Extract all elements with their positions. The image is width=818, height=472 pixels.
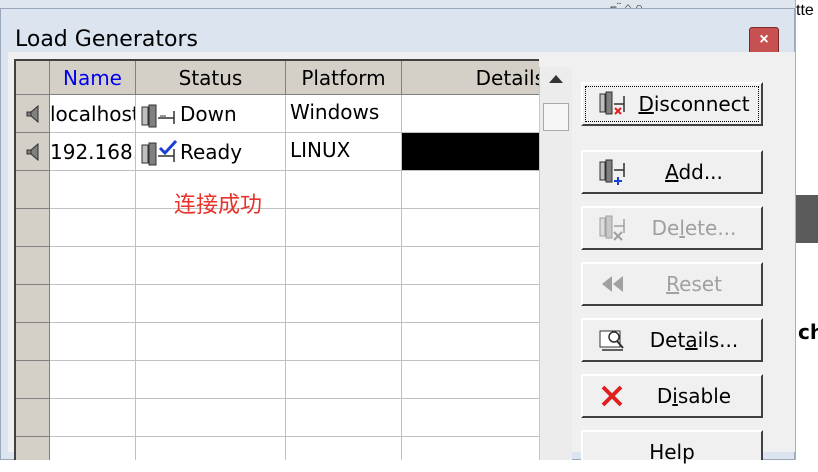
cell-status[interactable]: Down bbox=[136, 95, 286, 133]
background-top-text: tte bbox=[796, 2, 814, 19]
load-generators-grid[interactable]: Name Status Platform Details localhost D… bbox=[14, 59, 539, 460]
column-header-name[interactable]: Name bbox=[50, 61, 136, 95]
empty-cell[interactable] bbox=[286, 399, 402, 437]
background-dark-strip bbox=[796, 195, 818, 243]
button-label-accel: D bbox=[638, 92, 654, 116]
empty-cell[interactable] bbox=[50, 361, 136, 399]
generator-down-icon bbox=[141, 104, 175, 127]
close-button[interactable]: × bbox=[749, 27, 779, 55]
disconnect-button[interactable]: Disconnect bbox=[581, 82, 763, 126]
empty-cell[interactable] bbox=[286, 437, 402, 460]
generator-ready-icon bbox=[141, 139, 178, 165]
grid-corner[interactable] bbox=[16, 61, 50, 95]
column-header-details[interactable]: Details bbox=[402, 61, 539, 95]
status-text: Down bbox=[180, 102, 237, 126]
status-text: Ready bbox=[180, 140, 243, 164]
empty-cell[interactable] bbox=[136, 399, 286, 437]
reset-button[interactable]: Reset bbox=[581, 262, 763, 306]
reset-icon bbox=[602, 276, 623, 292]
add-button[interactable]: Add... bbox=[581, 150, 763, 194]
row-selector[interactable] bbox=[16, 323, 50, 361]
row-selector[interactable] bbox=[16, 171, 50, 209]
empty-cell[interactable] bbox=[50, 209, 136, 247]
button-label: Help bbox=[649, 440, 695, 464]
empty-cell[interactable] bbox=[402, 361, 539, 399]
cell-platform[interactable]: LINUX bbox=[286, 133, 402, 171]
empty-cell[interactable] bbox=[286, 209, 402, 247]
row-selector[interactable] bbox=[16, 285, 50, 323]
empty-cell[interactable] bbox=[136, 285, 286, 323]
cell-name[interactable]: localhost bbox=[50, 95, 136, 133]
button-label-post: ils... bbox=[697, 328, 739, 352]
column-header-status[interactable]: Status bbox=[136, 61, 286, 95]
empty-cell[interactable] bbox=[402, 399, 539, 437]
scrollbar-thumb[interactable] bbox=[543, 103, 569, 131]
row-selector[interactable] bbox=[16, 361, 50, 399]
cell-name[interactable]: 192.168. bbox=[50, 133, 136, 171]
button-label-post: sable bbox=[677, 384, 732, 408]
scroll-up-icon[interactable] bbox=[549, 75, 563, 83]
details-icon bbox=[599, 330, 624, 351]
delete-generator-icon bbox=[599, 215, 625, 241]
empty-cell[interactable] bbox=[50, 399, 136, 437]
cell-status[interactable]: Ready bbox=[136, 133, 286, 171]
empty-cell[interactable] bbox=[286, 361, 402, 399]
background-text: ch bbox=[798, 320, 818, 344]
button-label-accel: R bbox=[666, 272, 680, 296]
empty-cell[interactable] bbox=[50, 437, 136, 460]
empty-cell[interactable] bbox=[402, 247, 539, 285]
row-selector[interactable] bbox=[16, 437, 50, 460]
button-label-post: isconnect bbox=[653, 92, 750, 116]
empty-cell[interactable] bbox=[50, 171, 136, 209]
speaker-icon bbox=[26, 104, 39, 124]
row-selector[interactable] bbox=[16, 133, 50, 171]
empty-cell[interactable] bbox=[286, 323, 402, 361]
dialog-title: Load Generators bbox=[15, 27, 198, 52]
empty-cell[interactable] bbox=[50, 247, 136, 285]
empty-cell[interactable] bbox=[286, 247, 402, 285]
empty-cell[interactable] bbox=[402, 209, 539, 247]
empty-cell[interactable] bbox=[136, 361, 286, 399]
empty-cell[interactable] bbox=[286, 285, 402, 323]
cell-platform[interactable]: Windows bbox=[286, 95, 402, 133]
empty-cell[interactable] bbox=[136, 323, 286, 361]
add-generator-icon bbox=[599, 159, 625, 185]
row-selector[interactable] bbox=[16, 247, 50, 285]
row-selector[interactable] bbox=[16, 209, 50, 247]
disconnect-icon bbox=[599, 91, 625, 115]
button-label-pre: D bbox=[656, 384, 673, 408]
button-label-post: eset bbox=[679, 272, 722, 296]
button-label-post: dd... bbox=[678, 160, 723, 184]
close-icon: × bbox=[759, 31, 769, 48]
button-label-pre: De bbox=[651, 216, 680, 240]
row-selector[interactable] bbox=[16, 95, 50, 133]
button-label-accel: a bbox=[685, 328, 698, 352]
empty-cell[interactable] bbox=[402, 323, 539, 361]
cell-details[interactable] bbox=[402, 95, 539, 133]
empty-cell[interactable] bbox=[50, 323, 136, 361]
disable-button[interactable]: Disable bbox=[581, 374, 763, 418]
connection-success-annotation: 连接成功 bbox=[174, 193, 263, 218]
empty-cell[interactable] bbox=[286, 171, 402, 209]
disable-icon bbox=[601, 385, 623, 407]
empty-cell[interactable] bbox=[402, 285, 539, 323]
background-window-right: tte ch bbox=[795, 0, 818, 460]
empty-cell[interactable] bbox=[402, 437, 539, 460]
button-label-pre: Det bbox=[649, 328, 686, 352]
cell-details-selected[interactable] bbox=[402, 133, 539, 171]
column-header-platform[interactable]: Platform bbox=[286, 61, 402, 95]
background-window-top: ⌐¨ ⌂ ∩ bbox=[0, 0, 795, 14]
grid-vertical-scrollbar[interactable] bbox=[539, 67, 572, 460]
empty-cell[interactable] bbox=[136, 437, 286, 460]
details-button[interactable]: Details... bbox=[581, 318, 763, 362]
empty-cell[interactable] bbox=[402, 171, 539, 209]
empty-cell[interactable] bbox=[136, 247, 286, 285]
help-button[interactable]: Help bbox=[581, 430, 763, 464]
button-label-accel: A bbox=[665, 160, 679, 184]
empty-cell[interactable] bbox=[50, 285, 136, 323]
delete-button[interactable]: Delete... bbox=[581, 206, 763, 250]
speaker-icon bbox=[26, 142, 39, 162]
row-selector[interactable] bbox=[16, 399, 50, 437]
button-label-post: ete... bbox=[684, 216, 737, 240]
